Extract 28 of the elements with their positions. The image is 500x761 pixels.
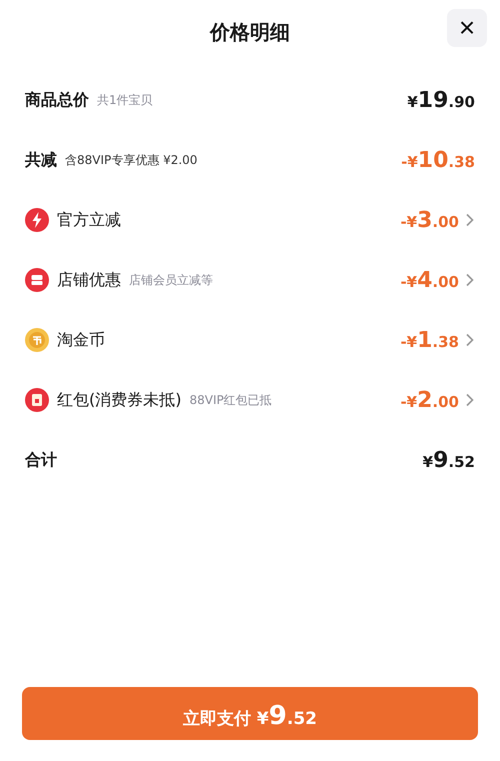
- price-amount: -¥10.38: [401, 148, 475, 172]
- price-amount: ¥9.52: [422, 448, 475, 472]
- chevron-right-icon[interactable]: [465, 393, 475, 407]
- row-note: 共1件宝贝: [97, 92, 153, 108]
- row-note: 店铺会员立减等: [129, 272, 213, 288]
- row-label: 商品总价: [25, 90, 89, 110]
- price-amount: -¥4.00: [400, 268, 459, 292]
- close-button[interactable]: ×: [447, 9, 487, 47]
- dialog-title: 价格明细: [210, 18, 290, 46]
- lightning-icon: [25, 208, 49, 232]
- row-label: 淘金币: [57, 330, 105, 350]
- row-label: 店铺优惠: [57, 270, 121, 290]
- row-label: 官方立减: [57, 210, 121, 230]
- price-amount: -¥2.00: [400, 388, 459, 412]
- row-note: 含88VIP专享优惠 ¥2.00: [65, 152, 198, 168]
- chevron-right-icon[interactable]: [465, 273, 475, 287]
- row-label: 红包(消费券未抵): [57, 390, 182, 410]
- chevron-right-icon[interactable]: [465, 333, 475, 347]
- price-amount: ¥19.90: [407, 88, 475, 112]
- chevron-right-icon[interactable]: [465, 213, 475, 227]
- coin-icon: [25, 328, 49, 352]
- row-label: 合计: [25, 450, 57, 470]
- price-amount: -¥3.00: [400, 208, 459, 232]
- row-label: 共减: [25, 150, 57, 170]
- gift-envelope-icon: [25, 388, 49, 412]
- row-note: 88VIP红包已抵: [189, 392, 272, 408]
- price-amount: -¥1.38: [400, 328, 459, 352]
- shop-icon: [25, 268, 49, 292]
